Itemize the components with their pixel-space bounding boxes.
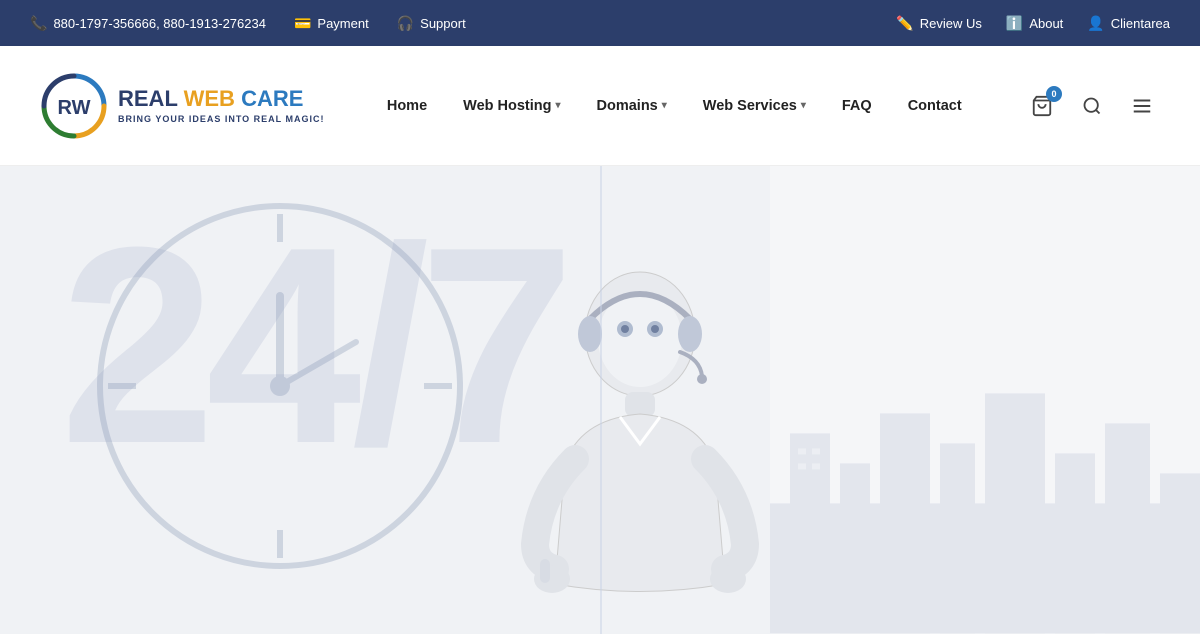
logo-title: REAL WEB CARE [118, 87, 325, 111]
nav-web-hosting[interactable]: Web Hosting ▾ [445, 46, 578, 166]
nav-web-services[interactable]: Web Services ▾ [685, 46, 824, 166]
hero-banner: 24/7 [0, 166, 1200, 634]
topbar-left: 📞 880-1797-356666, 880-1913-276234 💳 Pay… [30, 15, 896, 32]
web-services-chevron: ▾ [801, 100, 806, 111]
payment-icon: 💳 [294, 15, 311, 32]
logo-care: CARE [241, 86, 303, 111]
about-link[interactable]: ℹ️ About [1006, 15, 1063, 32]
hero-right-panel [770, 166, 1200, 634]
clientarea-link[interactable]: 👤 Clientarea [1087, 15, 1170, 32]
review-icon: ✏️ [896, 15, 913, 32]
logo-icon: RW [40, 72, 108, 140]
agent-svg [510, 204, 770, 634]
support-icon: 🎧 [397, 15, 414, 32]
phone-link[interactable]: 📞 880-1797-356666, 880-1913-276234 [30, 15, 266, 32]
payment-label: Payment [317, 16, 368, 31]
header-icons: 0 [1024, 88, 1160, 124]
hero-divider [600, 166, 602, 634]
phone-number: 880-1797-356666, 880-1913-276234 [53, 16, 266, 31]
logo-link[interactable]: RW REAL WEB CARE BRING YOUR IDEAS INTO R… [40, 72, 325, 140]
nav-faq[interactable]: FAQ [824, 46, 890, 166]
search-icon [1082, 96, 1102, 116]
about-icon: ℹ️ [1006, 15, 1023, 32]
hamburger-icon [1131, 95, 1153, 117]
web-hosting-chevron: ▾ [555, 100, 560, 111]
clientarea-label: Clientarea [1111, 16, 1170, 31]
domains-chevron: ▾ [662, 100, 667, 111]
city-silhouette [770, 353, 1200, 634]
clientarea-icon: 👤 [1087, 15, 1104, 32]
nav-contact[interactable]: Contact [890, 46, 980, 166]
nav-home[interactable]: Home [369, 46, 445, 166]
header: RW REAL WEB CARE BRING YOUR IDEAS INTO R… [0, 46, 1200, 166]
nav-domains[interactable]: Domains ▾ [579, 46, 685, 166]
logo-real: REAL [118, 86, 184, 111]
logo-subtitle: BRING YOUR IDEAS INTO REAL MAGIC! [118, 114, 325, 124]
review-label: Review Us [920, 16, 982, 31]
support-label: Support [420, 16, 466, 31]
cart-button[interactable]: 0 [1024, 88, 1060, 124]
review-link[interactable]: ✏️ Review Us [896, 15, 982, 32]
support-link[interactable]: 🎧 Support [397, 15, 466, 32]
topbar: 📞 880-1797-356666, 880-1913-276234 💳 Pay… [0, 0, 1200, 46]
topbar-right: ✏️ Review Us ℹ️ About 👤 Clientarea [896, 15, 1170, 32]
clock-watermark [80, 186, 480, 586]
hero-agent-figure [490, 166, 790, 634]
cart-count: 0 [1046, 86, 1062, 102]
menu-button[interactable] [1124, 88, 1160, 124]
svg-text:RW: RW [58, 97, 91, 119]
phone-icon: 📞 [30, 15, 47, 32]
payment-link[interactable]: 💳 Payment [294, 15, 369, 32]
search-button[interactable] [1074, 88, 1110, 124]
logo-text: REAL WEB CARE BRING YOUR IDEAS INTO REAL… [118, 87, 325, 123]
main-nav: Home Web Hosting ▾ Domains ▾ Web Service… [325, 46, 1024, 166]
logo-web: WEB [184, 86, 241, 111]
about-label: About [1029, 16, 1063, 31]
